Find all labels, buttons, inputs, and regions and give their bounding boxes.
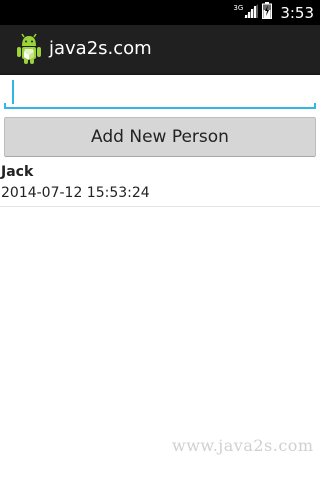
person-name-input[interactable] — [4, 77, 316, 107]
status-bar: 3G 3:53 — [0, 0, 320, 25]
action-bar: java2s.com — [0, 25, 320, 75]
watermark: www.java2s.com — [172, 436, 314, 455]
person-timestamp: 2014-07-12 15:53:24 — [1, 185, 150, 201]
signal-icon — [244, 3, 259, 22]
input-underline-left-tick — [4, 103, 6, 109]
person-name-field[interactable] — [4, 77, 316, 109]
person-list: Jack 2014-07-12 15:53:24 — [0, 162, 320, 207]
android-icon[interactable] — [14, 33, 44, 65]
input-underline — [4, 107, 316, 109]
network-type-label: 3G — [233, 4, 244, 12]
app-title: java2s.com — [49, 38, 152, 59]
add-new-person-button[interactable]: Add New Person — [4, 117, 316, 157]
text-cursor — [12, 80, 14, 104]
input-underline-right-tick — [314, 103, 316, 109]
person-name: Jack — [1, 164, 34, 180]
status-icons: 3G 3:53 — [233, 0, 314, 25]
status-clock: 3:53 — [280, 3, 314, 22]
list-item[interactable]: Jack 2014-07-12 15:53:24 — [0, 162, 320, 207]
battery-icon — [262, 2, 273, 23]
